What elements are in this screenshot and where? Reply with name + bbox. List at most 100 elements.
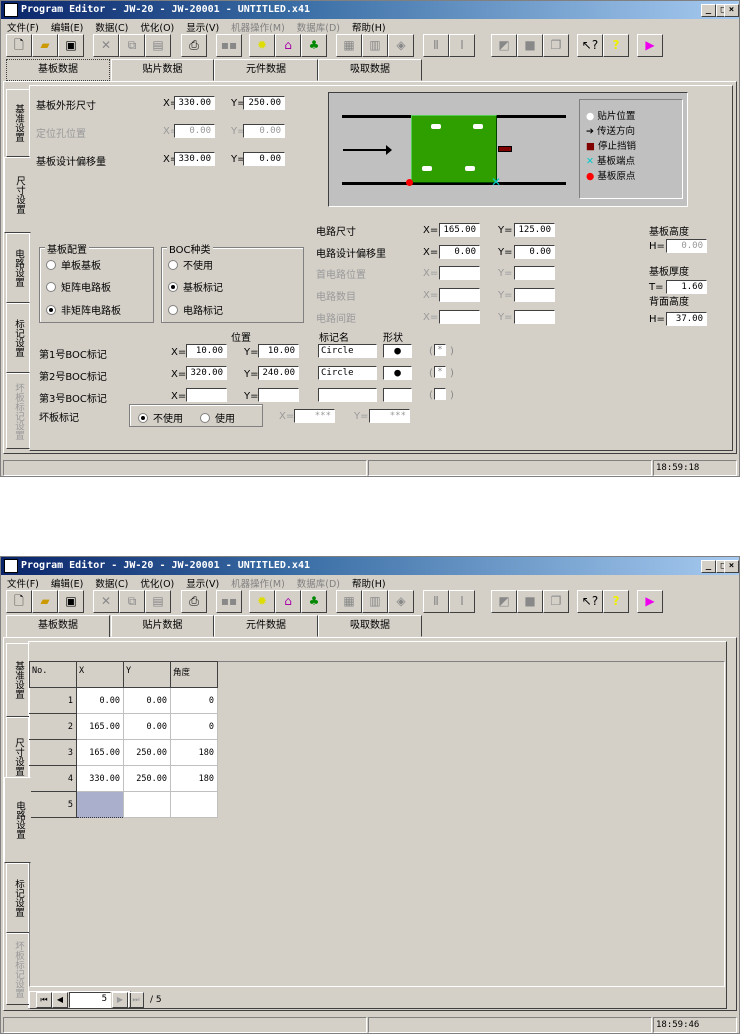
column-header[interactable]: No. [29,661,77,688]
mark-name-input[interactable]: Circle [318,366,377,380]
save-icon[interactable]: ▣ [58,34,84,57]
open-folder-icon[interactable]: ▰ [32,590,58,613]
row-header[interactable]: 1 [29,687,77,714]
tab-component-data[interactable]: 元件数据 [214,615,318,637]
table-cell[interactable] [76,791,124,818]
radio-bad-mark-used[interactable]: 使用 [200,410,235,425]
row-header[interactable]: 3 [29,739,77,766]
shape-a-icon[interactable]: ◩ [491,590,517,613]
board-height-input[interactable]: 0.00 [666,239,707,253]
minimize-button[interactable]: _ [701,560,716,573]
radio-boc-none[interactable]: 不使用 [168,257,213,272]
box-icon[interactable]: ◈ [388,34,414,57]
mark-checkbox[interactable]: * [434,344,446,356]
radio-bad-mark-unused[interactable]: 不使用 [138,410,183,425]
mark-x-input[interactable] [186,388,227,402]
column-header[interactable]: Y [123,661,171,688]
bulb-icon[interactable]: ✹ [249,34,275,57]
context-help-icon[interactable]: ↖? [577,590,603,613]
minimize-button[interactable]: _ [701,4,716,17]
table-cell[interactable] [123,791,171,818]
hole-x-input[interactable]: 0.00 [174,124,215,138]
row-header[interactable]: 2 [29,713,77,740]
bad-mark-x-input[interactable]: *** [294,409,335,423]
mark-name-input[interactable]: Circle [318,344,377,358]
align-b-icon[interactable]: Ⅰ [449,34,475,57]
tab-placement-data[interactable]: 贴片数据 [111,59,214,81]
shape-c-icon[interactable]: ❐ [543,590,569,613]
table-cell[interactable]: 165.00 [76,739,124,766]
circuit-y-input[interactable] [514,288,555,302]
bulb-icon[interactable]: ✹ [249,590,275,613]
board-outline-x-input[interactable]: 330.00 [174,96,215,110]
tab-board-data[interactable]: 基板数据 [6,59,110,81]
table-cell[interactable]: 250.00 [123,765,171,792]
box-icon[interactable]: ◈ [388,590,414,613]
align-a-icon[interactable]: Ⅱ [423,34,449,57]
circuit-y-input[interactable] [514,310,555,324]
tab-pickup-data[interactable]: 吸取数据 [318,615,422,637]
table-cell[interactable]: 0.00 [123,713,171,740]
side-tab-reference[interactable]: 基准设置 [6,89,30,157]
side-tab-bad-mark[interactable]: 坏板标记设置 [6,933,30,1005]
find-icon[interactable]: ▪▪ [216,590,242,613]
row-header[interactable]: 4 [29,765,77,792]
menu-help[interactable]: 帮助(H) [352,575,392,590]
radio-non-matrix-board[interactable]: 非矩阵电路板 [46,302,121,317]
table-cell[interactable]: 0 [170,687,218,714]
mark-shape-circle-icon[interactable]: ● [383,366,412,380]
side-tab-size[interactable]: 尺寸设置 [4,157,31,233]
side-tab-reference[interactable]: 基准设置 [6,643,30,717]
circuit-y-input[interactable]: 125.00 [514,223,555,237]
side-tab-circuit[interactable]: 电路设置 [4,777,31,863]
next-record-icon[interactable]: ▶ [112,992,128,1008]
circuit-x-input[interactable] [439,310,480,324]
menu-machine[interactable]: 机器操作(M) [231,19,291,34]
paste-icon[interactable]: ▤ [145,34,171,57]
tab-board-data[interactable]: 基板数据 [6,615,110,637]
menu-data[interactable]: 数据(C) [95,19,134,34]
board-offset-y-input[interactable]: 0.00 [243,152,285,166]
cut-icon[interactable]: ✕ [93,34,119,57]
row-header[interactable]: 5 [29,791,77,818]
context-help-icon[interactable]: ↖? [577,34,603,57]
help-icon[interactable]: ? [603,590,629,613]
menu-help[interactable]: 帮助(H) [352,19,392,34]
exit-icon[interactable]: ▶ [637,590,663,613]
prev-record-icon[interactable]: ◀ [52,992,68,1008]
shape-c-icon[interactable]: ❐ [543,34,569,57]
circuit-x-input[interactable]: 0.00 [439,245,480,259]
print-icon[interactable]: ⎙ [181,34,207,57]
align-b-icon[interactable]: Ⅰ [449,590,475,613]
tab-pickup-data[interactable]: 吸取数据 [318,59,422,81]
side-tab-circuit[interactable]: 电路设置 [6,233,30,303]
side-tab-mark[interactable]: 标记设置 [6,863,30,933]
grid-b-icon[interactable]: ▥ [362,590,388,613]
mark-y-input[interactable] [258,388,299,402]
paste-icon[interactable]: ▤ [145,590,171,613]
menu-view[interactable]: 显示(V) [186,19,225,34]
mark-x-input[interactable]: 320.00 [186,366,227,380]
exit-icon[interactable]: ▶ [637,34,663,57]
radio-boc-circuit-mark[interactable]: 电路标记 [168,302,223,317]
components-icon[interactable]: ♣ [301,34,327,57]
grid-b-icon[interactable]: ▥ [362,34,388,57]
back-height-input[interactable]: 37.00 [666,312,707,326]
menu-machine[interactable]: 机器操作(M) [231,575,291,590]
align-a-icon[interactable]: Ⅱ [423,590,449,613]
first-record-icon[interactable]: ⏮ [36,992,52,1008]
save-icon[interactable]: ▣ [58,590,84,613]
shape-a-icon[interactable]: ◩ [491,34,517,57]
circuit-y-input[interactable] [514,266,555,280]
radio-single-board[interactable]: 单板基板 [46,257,101,272]
grid-a-icon[interactable]: ▦ [336,590,362,613]
table-cell[interactable]: 0.00 [123,687,171,714]
components-icon[interactable]: ♣ [301,590,327,613]
mark-shape-circle-icon[interactable]: ● [383,344,412,358]
print-icon[interactable]: ⎙ [181,590,207,613]
board-thickness-input[interactable]: 1.60 [666,280,707,294]
optimize-icon[interactable]: ⌂ [275,34,301,57]
table-cell[interactable]: 180 [170,739,218,766]
mark-checkbox[interactable]: * [434,366,446,378]
menu-edit[interactable]: 编辑(E) [51,575,89,590]
